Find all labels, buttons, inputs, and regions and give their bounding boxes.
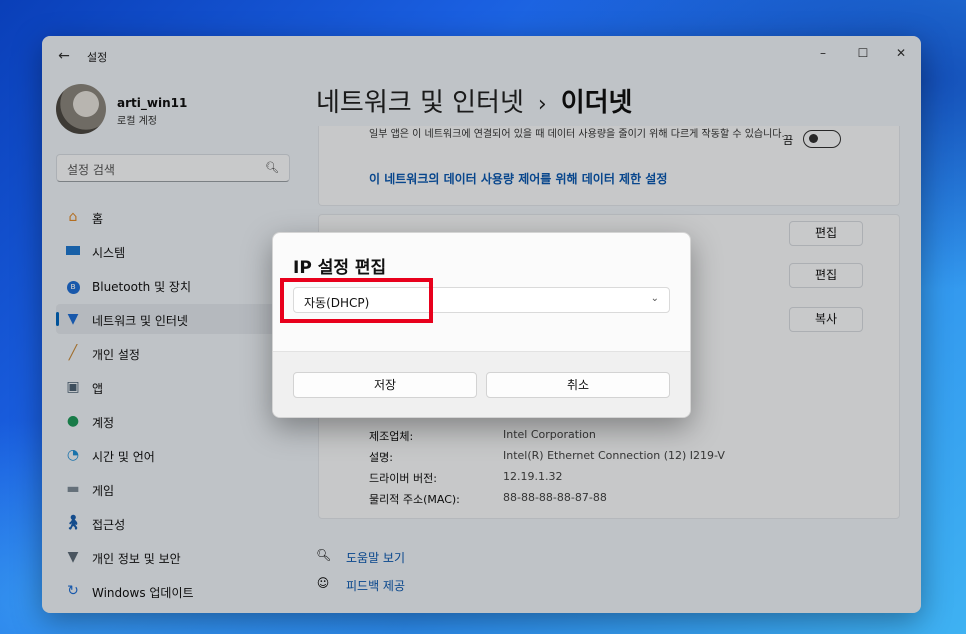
chevron-down-icon: ⌄ bbox=[650, 293, 659, 304]
highlight-box bbox=[280, 278, 433, 323]
cancel-button[interactable]: 취소 bbox=[486, 372, 670, 398]
dialog-title: IP 설정 편집 bbox=[293, 258, 387, 278]
save-button[interactable]: 저장 bbox=[293, 372, 477, 398]
ip-settings-dialog: IP 설정 편집 자동(DHCP) ⌄ 저장 취소 bbox=[272, 232, 691, 418]
dialog-footer: 저장 취소 bbox=[273, 351, 690, 417]
